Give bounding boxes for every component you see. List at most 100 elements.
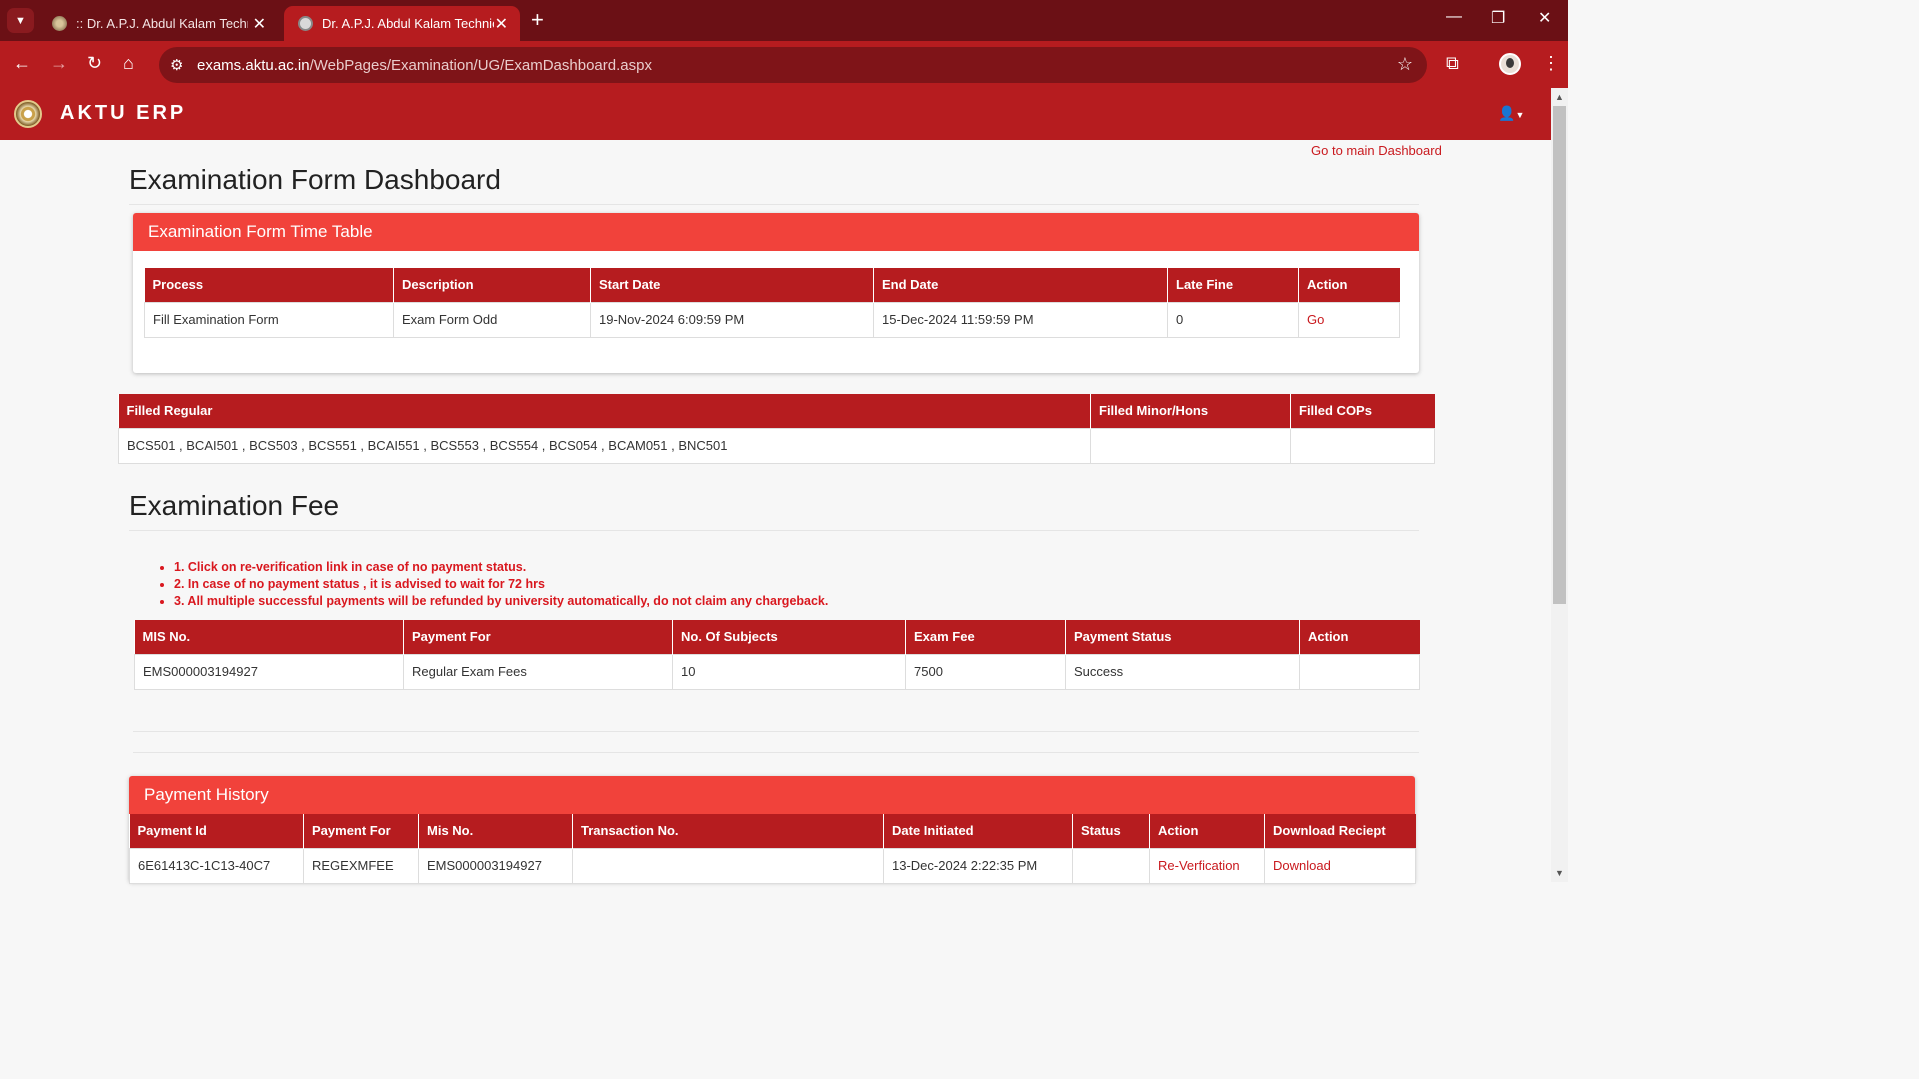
column-header: Action	[1149, 814, 1265, 848]
fee-notes-list: 1. Click on re-verification link in case…	[160, 559, 828, 610]
browser-tab[interactable]: :: Dr. A.P.J. Abdul Kalam Technical Univ…	[38, 6, 278, 41]
app-header: AKTU ERP 👤▼	[0, 88, 1551, 140]
start-date-cell: 19-Nov-2024 6:09:59 PM	[590, 301, 874, 338]
scrollbar-thumb[interactable]	[1553, 106, 1566, 604]
globe-icon	[298, 16, 313, 31]
subjects-cell: 10	[672, 653, 906, 690]
bookmark-star-icon[interactable]: ☆	[1397, 54, 1413, 75]
scroll-up-icon[interactable]: ▲	[1555, 92, 1564, 102]
url-host: exams.aktu.ac.in	[197, 57, 310, 74]
timetable-table: Process Description Start Date End Date …	[144, 268, 1400, 338]
browser-toolbar: ← → ↻ ⌂ ⚙ exams.aktu.ac.in/WebPages/Exam…	[0, 41, 1568, 88]
close-window-icon[interactable]: ✕	[1538, 8, 1551, 28]
column-header: Filled Regular	[118, 394, 1091, 428]
column-header: Date Initiated	[883, 814, 1073, 848]
table-header-row: Filled Regular Filled Minor/Hons Filled …	[118, 394, 1435, 428]
column-header: Transaction No.	[572, 814, 884, 848]
column-header: Late Fine	[1167, 268, 1299, 302]
table-row: EMS000003194927 Regular Exam Fees 10 750…	[134, 653, 1420, 690]
status-cell	[1072, 847, 1150, 884]
url-text[interactable]: exams.aktu.ac.in/WebPages/Examination/UG…	[197, 57, 652, 74]
minimize-icon[interactable]: —	[1446, 8, 1462, 26]
aktu-logo[interactable]	[14, 100, 42, 128]
exam-fee-title: Examination Fee	[129, 490, 340, 521]
column-header: Action	[1299, 620, 1420, 654]
restore-window-icon[interactable]: ❐	[1491, 8, 1505, 28]
tab-search-button[interactable]: ▼	[7, 8, 34, 33]
action-cell	[1299, 653, 1420, 690]
profile-avatar[interactable]	[1499, 53, 1521, 75]
column-header: No. Of Subjects	[672, 620, 906, 654]
column-header: Payment Id	[129, 814, 304, 848]
user-icon: 👤	[1498, 105, 1516, 121]
list-item: 1. Click on re-verification link in case…	[174, 559, 828, 576]
exam-fee-cell: 7500	[905, 653, 1066, 690]
transaction-no-cell	[572, 847, 884, 884]
chevron-down-icon: ▼	[15, 14, 26, 27]
address-bar[interactable]: ⚙ exams.aktu.ac.in/WebPages/Examination/…	[159, 47, 1427, 83]
site-favicon-icon	[52, 16, 67, 31]
back-arrow-icon[interactable]: ←	[13, 53, 31, 73]
column-header: Payment Status	[1065, 620, 1300, 654]
filled-minor-hons-cell	[1090, 427, 1291, 464]
column-header: End Date	[873, 268, 1168, 302]
filled-cops-cell	[1290, 427, 1435, 464]
payment-history-table: Payment Id Payment For Mis No. Transacti…	[129, 814, 1416, 884]
app-brand[interactable]: AKTU ERP	[60, 102, 186, 125]
payment-history-title: Payment History	[129, 776, 1415, 814]
home-icon[interactable]: ⌂	[123, 53, 134, 73]
browser-tab-active[interactable]: Dr. A.P.J. Abdul Kalam Technical Univers…	[284, 6, 520, 41]
site-info-icon[interactable]: ⚙	[170, 56, 183, 74]
divider	[129, 530, 1419, 531]
browser-tab-strip: ▼ :: Dr. A.P.J. Abdul Kalam Technical Un…	[0, 0, 1568, 41]
column-header: Description	[393, 268, 591, 302]
table-header-row: MIS No. Payment For No. Of Subjects Exam…	[134, 620, 1420, 654]
column-header: Start Date	[590, 268, 874, 302]
main-dashboard-link[interactable]: Go to main Dashboard	[1311, 143, 1442, 158]
download-receipt-link[interactable]: Download	[1273, 858, 1331, 873]
column-header: Process	[144, 268, 394, 302]
column-header: Status	[1072, 814, 1150, 848]
filled-subjects-table: Filled Regular Filled Minor/Hons Filled …	[118, 394, 1435, 464]
kebab-menu-icon[interactable]: ⋮	[1542, 53, 1560, 73]
column-header: Filled Minor/Hons	[1090, 394, 1291, 428]
column-header: Exam Fee	[905, 620, 1066, 654]
table-row: Fill Examination Form Exam Form Odd 19-N…	[144, 301, 1400, 338]
column-header: Mis No.	[418, 814, 573, 848]
caret-down-icon: ▼	[1515, 110, 1525, 120]
mis-no-cell: EMS000003194927	[418, 847, 573, 884]
extensions-puzzle-icon[interactable]: ⧉	[1446, 53, 1459, 73]
re-verification-link[interactable]: Re-Verfication	[1158, 858, 1240, 873]
new-tab-plus-icon[interactable]: +	[531, 7, 544, 33]
end-date-cell: 15-Dec-2024 11:59:59 PM	[873, 301, 1168, 338]
reload-icon[interactable]: ↻	[87, 53, 102, 73]
timetable-title: Examination Form Time Table	[133, 213, 1419, 251]
table-row: 6E61413C-1C13-40C7 REGEXMFEE EMS00000319…	[129, 847, 1416, 884]
go-link[interactable]: Go	[1307, 312, 1324, 327]
table-header-row: Payment Id Payment For Mis No. Transacti…	[129, 814, 1416, 848]
action-cell: Go	[1298, 301, 1400, 338]
filled-regular-cell: BCS501 , BCAI501 , BCS503 , BCS551 , BCA…	[118, 427, 1091, 464]
payment-for-cell: REGEXMFEE	[303, 847, 419, 884]
forward-arrow-icon[interactable]: →	[50, 53, 68, 73]
user-menu-dropdown[interactable]: 👤▼	[1498, 105, 1524, 122]
list-item: 3. All multiple successful payments will…	[174, 593, 828, 610]
tab-title: Dr. A.P.J. Abdul Kalam Technical Univers…	[322, 16, 494, 31]
column-header: Action	[1298, 268, 1400, 302]
list-item: 2. In case of no payment status , it is …	[174, 576, 828, 593]
process-cell: Fill Examination Form	[144, 301, 394, 338]
date-initiated-cell: 13-Dec-2024 2:22:35 PM	[883, 847, 1073, 884]
page-title: Examination Form Dashboard	[129, 164, 501, 195]
table-header-row: Process Description Start Date End Date …	[144, 268, 1400, 302]
action-cell: Re-Verfication	[1149, 847, 1265, 884]
column-header: MIS No.	[134, 620, 404, 654]
divider	[133, 752, 1419, 753]
table-row: BCS501 , BCAI501 , BCS503 , BCS551 , BCA…	[118, 427, 1435, 464]
divider	[133, 731, 1419, 732]
scroll-down-icon[interactable]: ▼	[1555, 868, 1564, 878]
close-tab-icon[interactable]: ✕	[495, 14, 508, 34]
close-tab-icon[interactable]: ✕	[253, 14, 266, 34]
download-cell: Download	[1264, 847, 1416, 884]
payment-id-cell: 6E61413C-1C13-40C7	[129, 847, 304, 884]
tab-title: :: Dr. A.P.J. Abdul Kalam Technical Univ…	[76, 16, 248, 31]
